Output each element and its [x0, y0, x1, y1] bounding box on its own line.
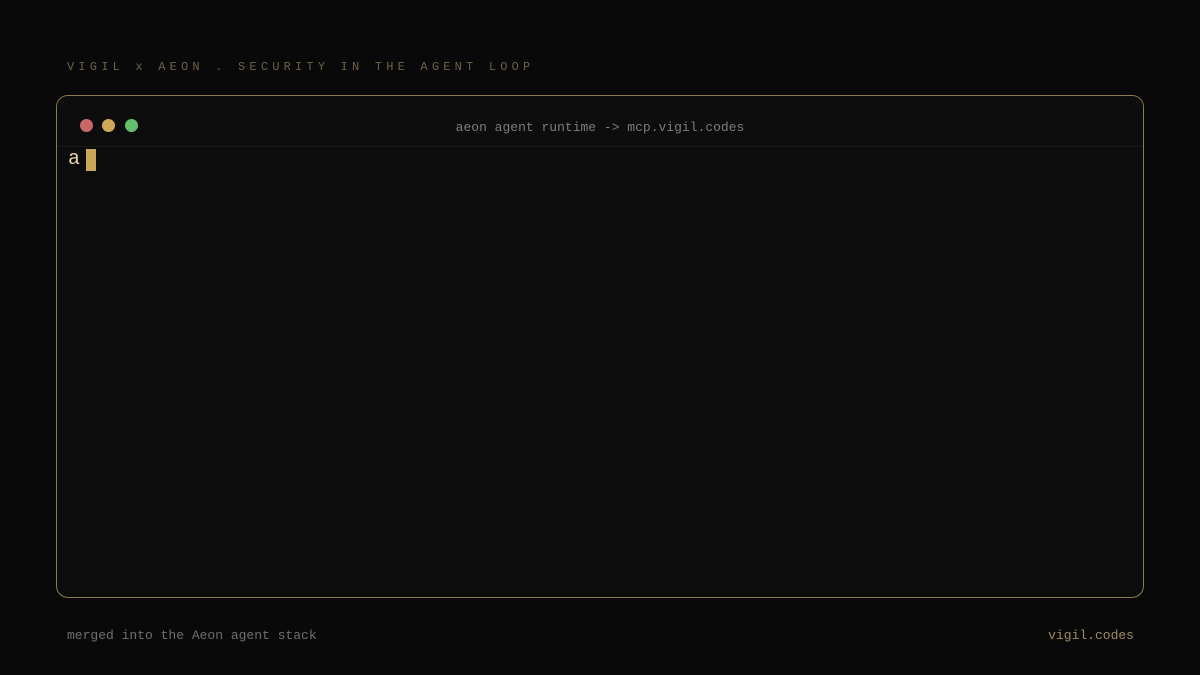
terminal-text: a [68, 148, 81, 171]
terminal-line: a [68, 148, 97, 171]
footer-link[interactable]: vigil.codes [1048, 628, 1134, 643]
terminal-body[interactable]: a [57, 147, 1143, 597]
header-kicker: VIGIL x AEON . SECURITY IN THE AGENT LOO… [67, 60, 535, 74]
footer-caption: merged into the Aeon agent stack [67, 628, 317, 643]
terminal-window: aeon agent runtime -> mcp.vigil.codes a [56, 95, 1144, 598]
window-title: aeon agent runtime -> mcp.vigil.codes [455, 120, 745, 135]
window-titlebar: aeon agent runtime -> mcp.vigil.codes [57, 96, 1143, 147]
terminal-cursor [86, 149, 97, 171]
